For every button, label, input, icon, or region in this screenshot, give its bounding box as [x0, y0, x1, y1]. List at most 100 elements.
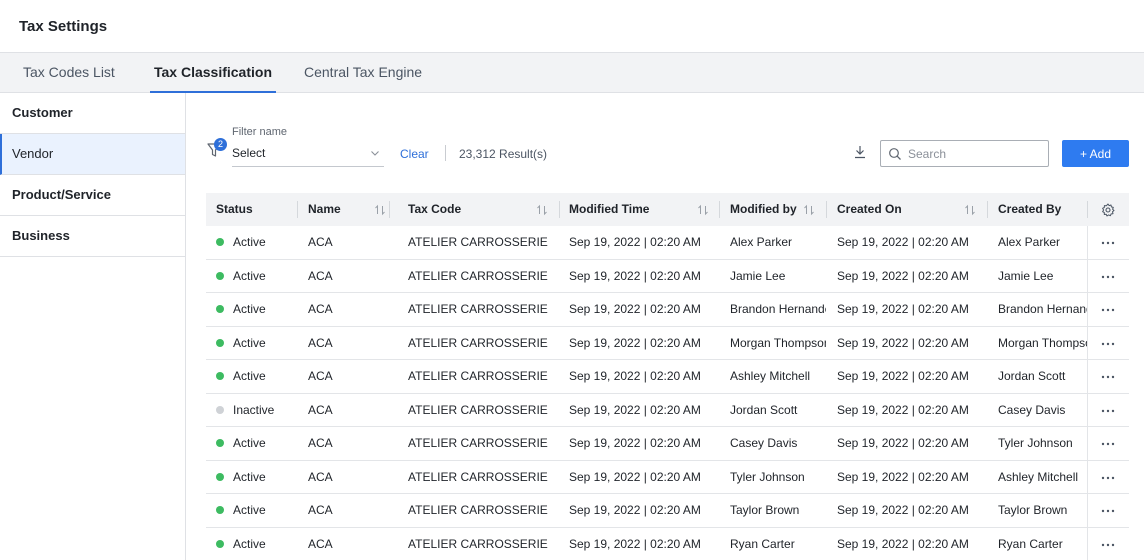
modified-by-cell: Taylor Brown [730, 503, 800, 517]
filter-name-select[interactable]: Filter name Select [232, 126, 384, 167]
sidebar-item-vendor[interactable]: Vendor [0, 134, 185, 175]
status-cell: Active [206, 226, 297, 259]
column-divider [389, 201, 390, 218]
created-on-cell: Sep 19, 2022 | 02:20 AM [837, 335, 969, 350]
table-row[interactable]: Active ACA ATELIER CARROSSERIE Sep 19, 2… [206, 527, 1129, 560]
column-header-tax-code[interactable]: Tax Code [398, 193, 461, 226]
status-dot [216, 439, 224, 447]
column-divider [1087, 360, 1088, 393]
search-icon [889, 148, 901, 160]
modified-time-cell: Sep 19, 2022 | 02:20 AM [569, 469, 701, 484]
more-horizontal-icon[interactable] [1099, 471, 1117, 485]
name-cell: ACA [308, 302, 333, 316]
status-text: Active [233, 536, 266, 551]
status-cell: Active [206, 360, 297, 393]
created-on-cell: Sep 19, 2022 | 02:20 AM [837, 536, 969, 551]
more-horizontal-icon[interactable] [1099, 270, 1117, 284]
search-input[interactable] [908, 144, 1044, 164]
more-horizontal-icon[interactable] [1099, 504, 1117, 518]
created-on-cell: Sep 19, 2022 | 02:20 AM [837, 235, 969, 249]
status-cell: Active [206, 461, 297, 494]
tab-tax-classification[interactable]: Tax Classification [149, 53, 277, 93]
filter-name-value: Select [232, 146, 266, 160]
page-title: Tax Settings [19, 17, 108, 35]
more-horizontal-icon[interactable] [1099, 404, 1117, 418]
table-row[interactable]: Active ACA ATELIER CARROSSERIE Sep 19, 2… [206, 460, 1129, 494]
tax-code-cell: ATELIER CARROSSERIE [408, 302, 548, 316]
search-box [880, 140, 1049, 167]
created-on-cell: Sep 19, 2022 | 02:20 AM [837, 402, 969, 417]
column-divider [1087, 226, 1088, 259]
tax-code-cell: ATELIER CARROSSERIE [408, 469, 548, 484]
sort-icon[interactable] [697, 204, 709, 216]
tax-code-cell: ATELIER CARROSSERIE [408, 503, 548, 517]
created-by-cell: Tyler Johnson [998, 436, 1073, 450]
created-on-cell: Sep 19, 2022 | 02:20 AM [837, 369, 969, 383]
column-header-status: Status [216, 202, 253, 216]
clear-filter-link[interactable]: Clear [400, 147, 429, 161]
modified-time-cell: Sep 19, 2022 | 02:20 AM [569, 503, 701, 517]
tab-central-tax-engine[interactable]: Central Tax Engine [304, 53, 422, 93]
tab-tax-codes-list[interactable]: Tax Codes List [23, 53, 115, 93]
more-horizontal-icon[interactable] [1099, 337, 1117, 351]
status-text: Active [233, 436, 266, 450]
status-cell: Active [206, 427, 297, 460]
modified-by-cell: Jamie Lee [730, 268, 786, 283]
created-by-cell: Morgan Thompso [998, 335, 1087, 350]
status-text: Active [233, 469, 266, 484]
status-text: Active [233, 302, 266, 316]
table-row[interactable]: Active ACA ATELIER CARROSSERIE Sep 19, 2… [206, 427, 1129, 461]
table-row[interactable]: Active ACA ATELIER CARROSSERIE Sep 19, 2… [206, 226, 1129, 260]
download-icon[interactable] [852, 144, 868, 160]
status-dot [216, 405, 224, 414]
table-row[interactable]: Inactive ACA ATELIER CARROSSERIE Sep 19,… [206, 393, 1129, 427]
status-dot [216, 238, 224, 246]
sort-icon[interactable] [374, 204, 386, 216]
tax-code-cell: ATELIER CARROSSERIE [408, 268, 548, 283]
modified-by-cell: Alex Parker [730, 235, 793, 249]
table-row[interactable]: Active ACA ATELIER CARROSSERIE Sep 19, 2… [206, 494, 1129, 528]
column-header-modified-by[interactable]: Modified by [720, 193, 797, 226]
table-row[interactable]: Active ACA ATELIER CARROSSERIE Sep 19, 2… [206, 326, 1129, 360]
more-horizontal-icon[interactable] [1099, 370, 1117, 384]
sort-icon[interactable] [964, 204, 976, 216]
column-header-name[interactable]: Name [298, 193, 341, 226]
more-horizontal-icon[interactable] [1099, 437, 1117, 451]
column-header-modified-time[interactable]: Modified Time [559, 193, 649, 226]
column-header-created-on[interactable]: Created On [827, 193, 902, 226]
status-dot [216, 338, 224, 347]
sort-icon[interactable] [803, 204, 815, 216]
tax-code-cell: ATELIER CARROSSERIE [408, 235, 548, 249]
sidebar-item-customer[interactable]: Customer [0, 93, 185, 134]
status-dot [216, 472, 224, 481]
sidebar-item-business[interactable]: Business [0, 216, 185, 257]
table-row[interactable]: Active ACA ATELIER CARROSSERIE Sep 19, 2… [206, 360, 1129, 394]
modified-time-cell: Sep 19, 2022 | 02:20 AM [569, 335, 701, 350]
created-by-cell: Jordan Scott [998, 369, 1066, 383]
gear-icon[interactable] [1101, 203, 1115, 217]
status-text: Active [233, 369, 266, 383]
more-horizontal-icon[interactable] [1099, 538, 1117, 552]
more-horizontal-icon[interactable] [1099, 236, 1117, 250]
table-body: Active ACA ATELIER CARROSSERIE Sep 19, 2… [206, 226, 1129, 560]
status-text: Inactive [233, 402, 275, 417]
table-row[interactable]: Active ACA ATELIER CARROSSERIE Sep 19, 2… [206, 293, 1129, 327]
add-button[interactable]: + Add [1062, 140, 1129, 167]
created-by-cell: Brandon Hernand [998, 302, 1087, 316]
status-cell: Active [206, 528, 297, 560]
results-count: 23,312 Result(s) [459, 147, 548, 161]
sort-icon[interactable] [536, 204, 548, 216]
status-dot [216, 539, 224, 548]
tab-bar: Tax Codes List Tax Classification Centra… [0, 52, 1144, 93]
modified-time-cell: Sep 19, 2022 | 02:20 AM [569, 402, 701, 417]
table-row[interactable]: Active ACA ATELIER CARROSSERIE Sep 19, 2… [206, 259, 1129, 293]
tax-code-cell: ATELIER CARROSSERIE [408, 335, 548, 350]
modified-by-cell: Brandon Hernande [730, 302, 826, 316]
modified-time-cell: Sep 19, 2022 | 02:20 AM [569, 235, 701, 249]
column-divider [1087, 393, 1088, 427]
created-by-cell: Taylor Brown [998, 503, 1068, 517]
more-horizontal-icon[interactable] [1099, 303, 1117, 317]
name-cell: ACA [308, 469, 333, 484]
sidebar-item-product-service[interactable]: Product/Service [0, 175, 185, 216]
tax-classification-table: Status Name Tax Code Modified Time Modif… [206, 193, 1129, 560]
